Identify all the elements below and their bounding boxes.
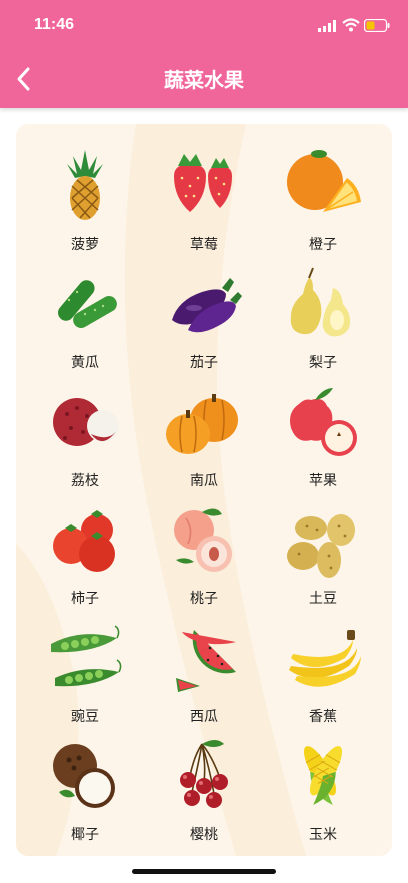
- persimmon-icon: [53, 510, 115, 572]
- item-label: 土豆: [309, 591, 337, 607]
- grid-item-banana[interactable]: 香蕉: [263, 618, 383, 728]
- item-label: 荔枝: [71, 473, 99, 489]
- cucumber-icon: [58, 280, 117, 328]
- item-label: 菠萝: [71, 237, 99, 253]
- item-label: 豌豆: [71, 709, 99, 725]
- lychee-icon: [53, 398, 119, 446]
- grid-item-watermelon[interactable]: 西瓜: [144, 618, 264, 728]
- home-indicator[interactable]: [132, 869, 276, 874]
- produce-grid: 菠萝 草莓 橙子 黄瓜 茄子 梨子 荔枝 南瓜 苹果 柿子 桃子 土豆 豌豆 西…: [16, 124, 392, 856]
- grid-item-orange[interactable]: 橙子: [263, 146, 383, 256]
- grid-item-pear[interactable]: 梨子: [263, 264, 383, 374]
- item-label: 苹果: [309, 473, 337, 489]
- grid-item-persimmon[interactable]: 柿子: [25, 500, 145, 610]
- item-label: 柿子: [71, 591, 99, 607]
- grid-item-pumpkin[interactable]: 南瓜: [144, 382, 264, 492]
- peach-icon: [174, 508, 232, 572]
- pumpkin-icon: [166, 394, 238, 454]
- app-header: 11:46 蔬菜水果: [0, 0, 408, 108]
- pear-icon: [290, 267, 351, 337]
- cherry-icon: [180, 740, 228, 808]
- produce-grid-card: 菠萝 草莓 橙子 黄瓜 茄子 梨子 荔枝 南瓜 苹果 柿子 桃子 土豆 豌豆 西…: [16, 124, 392, 856]
- item-label: 草莓: [190, 237, 218, 253]
- grid-item-pineapple[interactable]: 菠萝: [25, 146, 145, 256]
- grid-item-eggplant[interactable]: 茄子: [144, 264, 264, 374]
- item-label: 香蕉: [309, 709, 337, 725]
- grid-item-peas[interactable]: 豌豆: [25, 618, 145, 728]
- pineapple-icon: [67, 150, 103, 220]
- corn-icon: [303, 746, 343, 805]
- banana-icon: [289, 630, 361, 687]
- orange-icon: [287, 150, 361, 212]
- coconut-icon: [53, 744, 115, 808]
- grid-item-cherry[interactable]: 樱桃: [144, 736, 264, 846]
- wifi-icon: [342, 18, 360, 32]
- strawberry-icon: [174, 154, 232, 212]
- grid-item-potato[interactable]: 土豆: [263, 500, 383, 610]
- status-time: 11:46: [34, 16, 75, 33]
- grid-item-coconut[interactable]: 椰子: [25, 736, 145, 846]
- grid-item-corn[interactable]: 玉米: [263, 736, 383, 846]
- grid-item-lychee[interactable]: 荔枝: [25, 382, 145, 492]
- grid-item-peach[interactable]: 桃子: [144, 500, 264, 610]
- item-label: 西瓜: [190, 709, 218, 725]
- item-label: 桃子: [190, 591, 218, 607]
- cellular-signal-icon: [318, 20, 336, 32]
- page-title: 蔬菜水果: [164, 68, 244, 92]
- eggplant-icon: [172, 278, 242, 333]
- item-label: 南瓜: [190, 473, 218, 489]
- peas-icon: [51, 625, 122, 687]
- watermelon-icon: [176, 630, 236, 692]
- item-label: 橙子: [309, 237, 337, 253]
- item-label: 茄子: [190, 355, 218, 371]
- item-label: 椰子: [71, 827, 99, 843]
- item-label: 梨子: [309, 355, 337, 371]
- apple-icon: [290, 388, 357, 456]
- grid-item-strawberry[interactable]: 草莓: [144, 146, 264, 256]
- item-label: 黄瓜: [71, 355, 99, 371]
- item-label: 樱桃: [190, 827, 218, 843]
- grid-item-cucumber[interactable]: 黄瓜: [25, 264, 145, 374]
- item-label: 玉米: [309, 827, 337, 843]
- battery-icon: [364, 19, 390, 32]
- potato-icon: [287, 514, 355, 578]
- grid-item-apple[interactable]: 苹果: [263, 382, 383, 492]
